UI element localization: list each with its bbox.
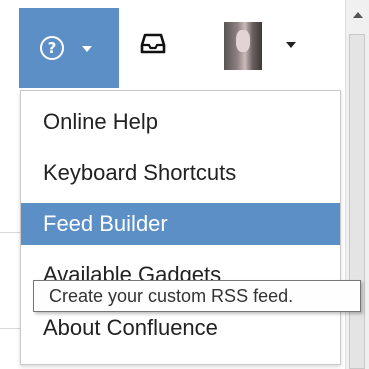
help-menu-button[interactable]: ? [19, 8, 119, 88]
help-dropdown-menu: Online Help Keyboard Shortcuts Feed Buil… [20, 90, 341, 365]
chevron-down-icon[interactable] [286, 42, 296, 48]
avatar-face [236, 30, 250, 52]
header-bar: ? [0, 0, 345, 90]
vertical-scrollbar[interactable] [345, 0, 369, 369]
menu-item-online-help[interactable]: Online Help [21, 101, 340, 143]
scroll-up-arrow-icon[interactable] [353, 12, 363, 18]
inbox-tray-icon[interactable] [140, 33, 166, 55]
chevron-down-icon [82, 46, 92, 52]
menu-item-feed-builder[interactable]: Feed Builder [21, 203, 340, 245]
question-circle-icon: ? [40, 36, 64, 60]
divider [0, 232, 20, 233]
divider [0, 328, 20, 329]
scroll-thumb[interactable] [349, 34, 365, 369]
menu-item-about-confluence[interactable]: About Confluence [21, 307, 340, 349]
tooltip: Create your custom RSS feed. [33, 280, 361, 312]
user-avatar[interactable] [224, 22, 262, 70]
menu-item-keyboard-shortcuts[interactable]: Keyboard Shortcuts [21, 152, 340, 194]
